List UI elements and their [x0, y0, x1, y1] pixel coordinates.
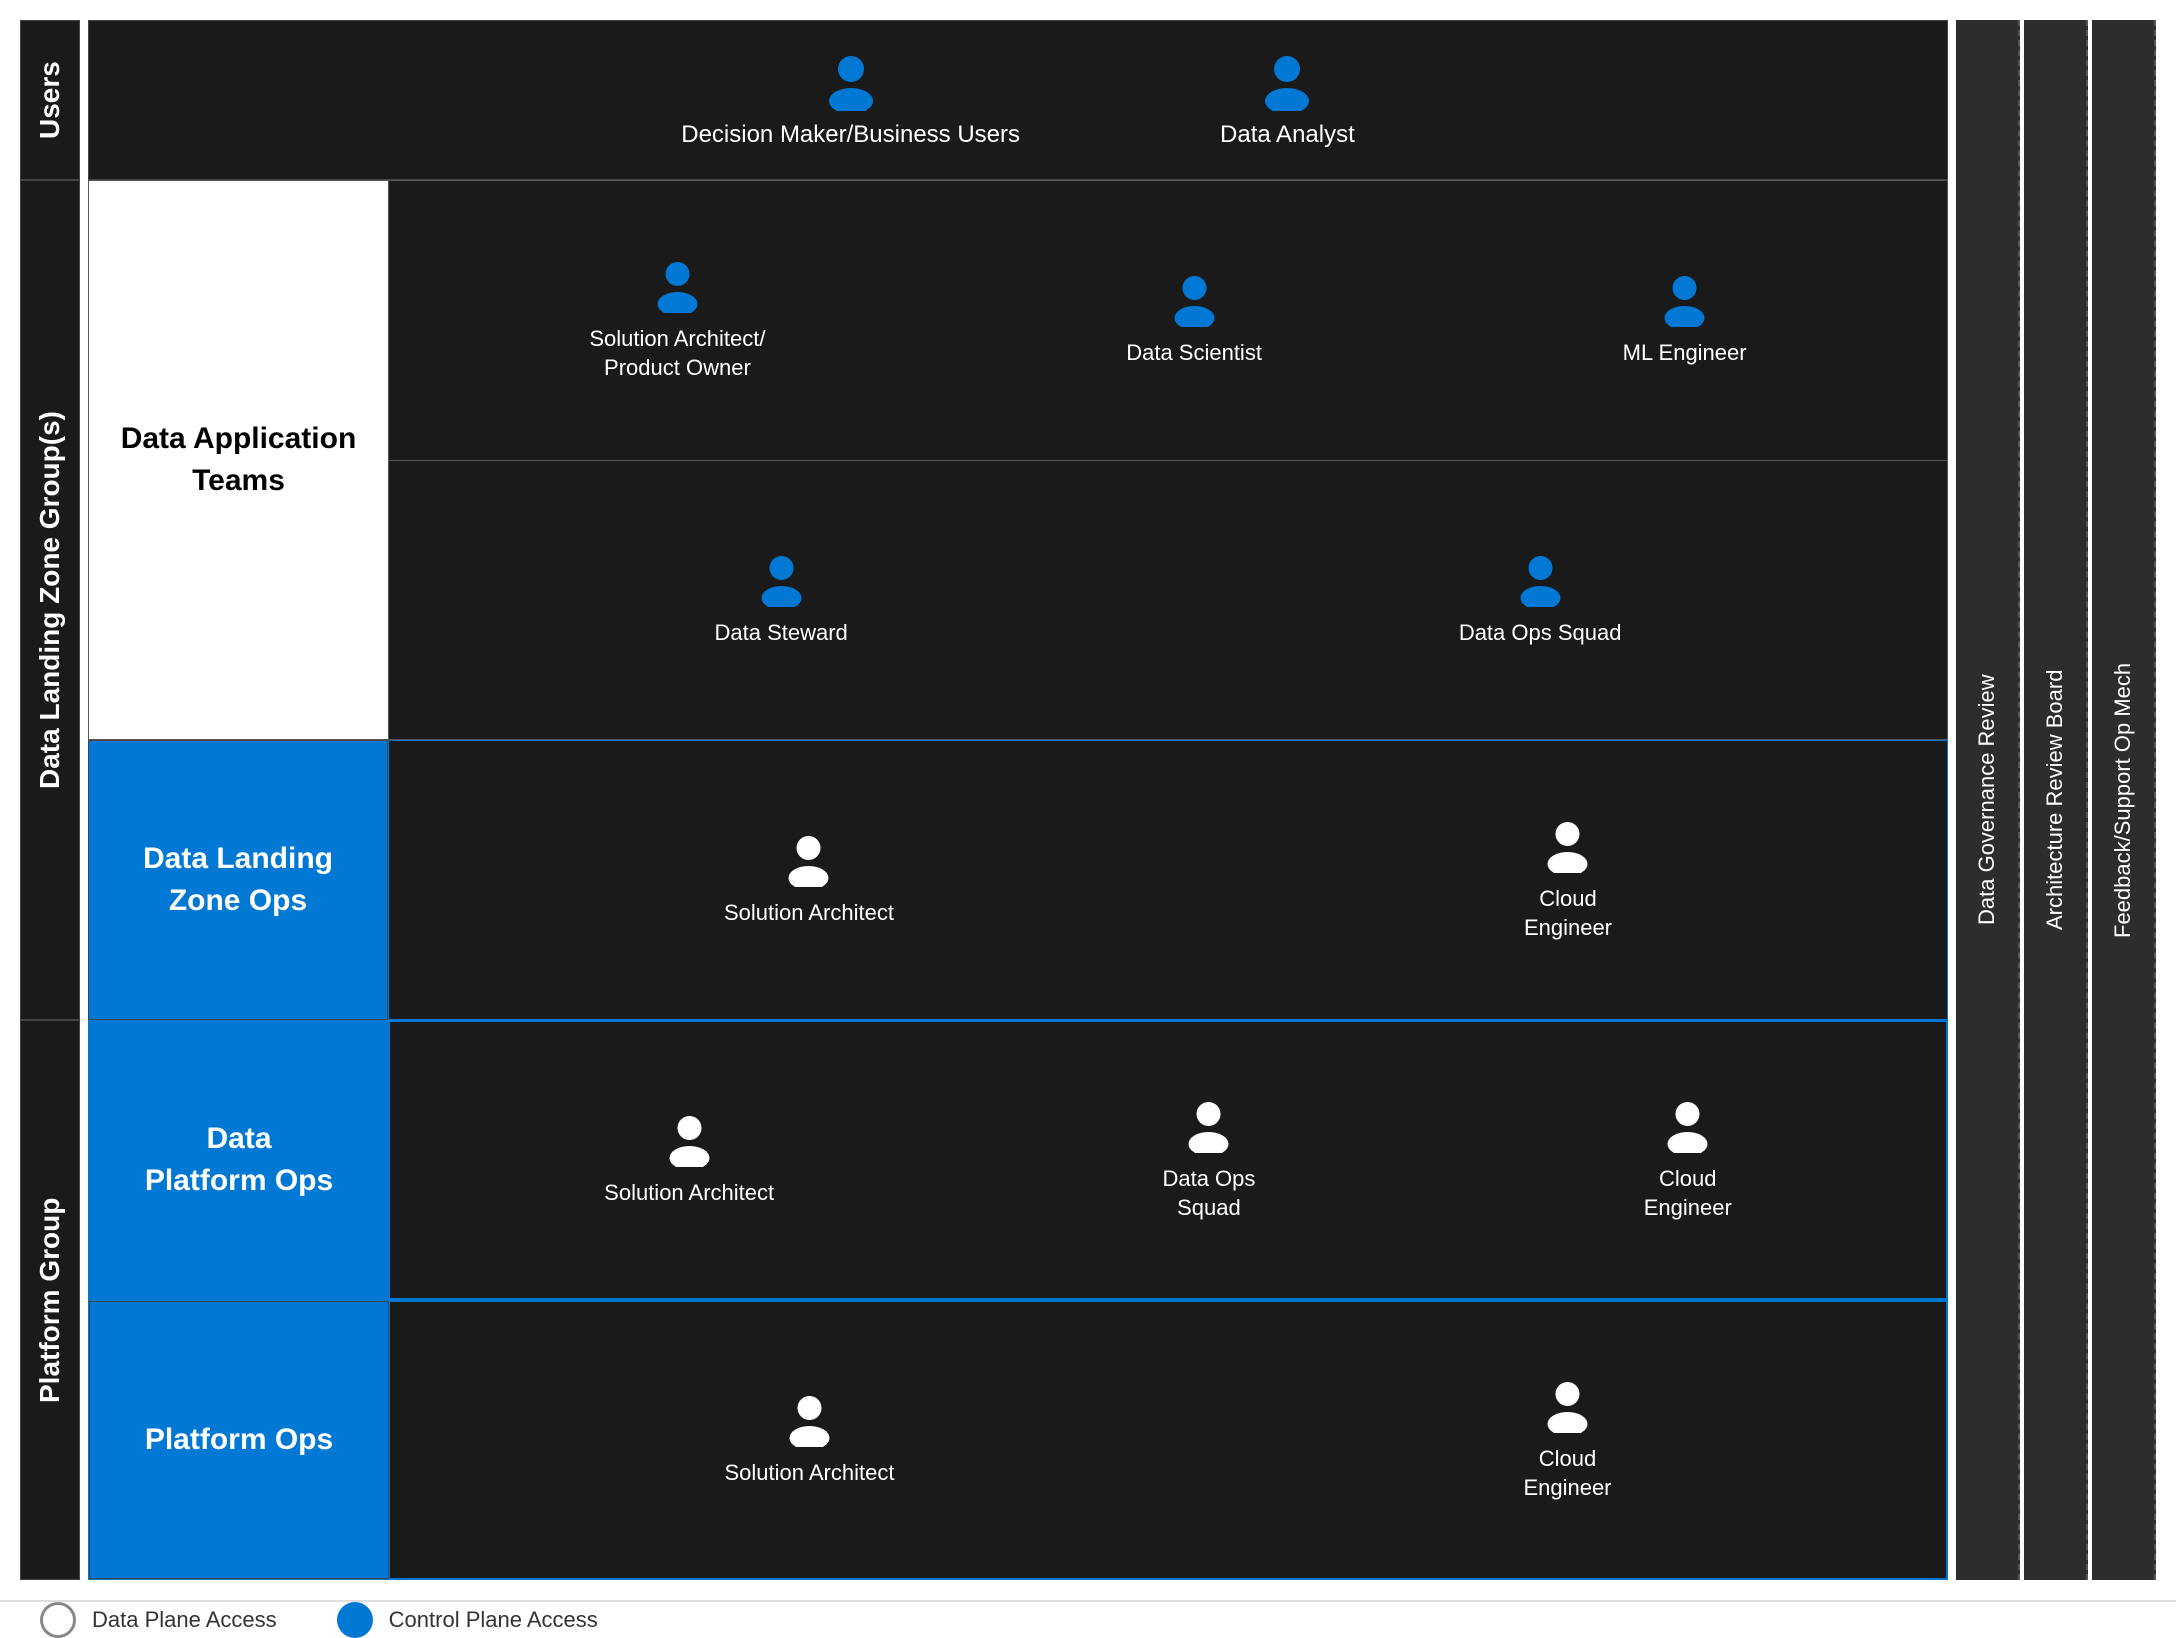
- person-label-cloud-engineer-po: Cloud Engineer: [1523, 1445, 1611, 1502]
- legend-circle-empty: [40, 1602, 76, 1638]
- person-icon-ml-engineer: [1657, 272, 1712, 327]
- person-label-cloud-engineer-dpo: Cloud Engineer: [1644, 1165, 1732, 1222]
- person-icon-solution-architect-dpo: [662, 1112, 717, 1167]
- right-label-data-governance: Data Governance Review: [1956, 20, 2020, 1580]
- person-data-ops-squad-dat: Data Ops Squad: [1459, 552, 1622, 648]
- legend-circle-filled: [337, 1602, 373, 1638]
- dlz-ops-row: Data Landing Zone Ops Solution Architect: [88, 740, 1948, 1020]
- person-solution-architect-dlz: Solution Architect: [724, 832, 894, 928]
- person-icon-cloud-engineer-dpo: [1660, 1098, 1715, 1153]
- dlzg-section: Data Application Teams Solution Architec…: [88, 180, 1948, 1580]
- dlzg-vert-label: Data Landing Zone Group(s): [20, 180, 80, 1020]
- user-item-decision-maker: Decision Maker/Business Users: [681, 51, 1020, 149]
- dat-section: Data Application Teams Solution Architec…: [88, 180, 1948, 740]
- person-data-steward: Data Steward: [715, 552, 848, 648]
- legend-item-data-plane: Data Plane Access: [40, 1602, 277, 1638]
- person-icon-solution-architect-dlz: [781, 832, 836, 887]
- center-content: Decision Maker/Business Users Data Analy…: [88, 20, 1948, 1580]
- platform-ops-row: Platform Ops Solution Architect: [88, 1300, 1948, 1580]
- person-cloud-engineer-dpo: Cloud Engineer: [1644, 1098, 1732, 1222]
- person-label-data-ops-squad-dpo: Data Ops Squad: [1162, 1165, 1255, 1222]
- person-label-data-steward: Data Steward: [715, 619, 848, 648]
- person-ml-engineer: ML Engineer: [1623, 272, 1747, 368]
- main-container: Users Data Landing Zone Group(s) Platfor…: [0, 0, 2176, 1600]
- person-label-data-ops-squad-dat: Data Ops Squad: [1459, 619, 1622, 648]
- right-labels: Data Governance Review Architecture Revi…: [1956, 20, 2156, 1580]
- left-labels: Users Data Landing Zone Group(s) Platfor…: [20, 20, 80, 1580]
- users-row: Decision Maker/Business Users Data Analy…: [88, 20, 1948, 180]
- platform-section: Data Platform Ops Solution Architect: [88, 1020, 1948, 1580]
- person-label-solution-architect-po: Solution Architect: [724, 1459, 894, 1488]
- user-icon-data-analyst: [1257, 51, 1317, 111]
- person-solution-architect-dpo: Solution Architect: [604, 1112, 774, 1208]
- person-data-ops-squad-dpo: Data Ops Squad: [1162, 1098, 1255, 1222]
- legend: Data Plane Access Control Plane Access: [0, 1600, 2176, 1638]
- person-icon-solution-architect-po: [782, 1392, 837, 1447]
- person-label-data-scientist: Data Scientist: [1126, 339, 1262, 368]
- person-icon-data-steward: [754, 552, 809, 607]
- right-label-architecture-review: Architecture Review Board: [2024, 20, 2088, 1580]
- platform-ops-label: Platform Ops: [89, 1301, 389, 1579]
- legend-item-control-plane: Control Plane Access: [337, 1602, 598, 1638]
- right-label-feedback-support: Feedback/Support Op Mech: [2092, 20, 2156, 1580]
- platform-vert-label: Platform Group: [20, 1020, 80, 1580]
- user-icon-decision-maker: [821, 51, 881, 111]
- users-vert-label: Users: [20, 20, 80, 180]
- person-label-cloud-engineer-dlz: Cloud Engineer: [1524, 885, 1612, 942]
- person-solution-architect-po: Solution Architect: [724, 1392, 894, 1488]
- user-item-data-analyst: Data Analyst: [1220, 51, 1355, 149]
- person-label-solution-architect-dlz: Solution Architect: [724, 899, 894, 928]
- dat-right: Solution Architect/ Product Owner Data S…: [389, 181, 1947, 739]
- dat-label: Data Application Teams: [89, 181, 389, 739]
- person-label-solution-architect-dpo: Solution Architect: [604, 1179, 774, 1208]
- person-solution-architect: Solution Architect/ Product Owner: [589, 258, 765, 382]
- user-label-data-analyst: Data Analyst: [1220, 121, 1355, 149]
- dlz-ops-label: Data Landing Zone Ops: [88, 740, 388, 1020]
- person-cloud-engineer-dlz: Cloud Engineer: [1524, 818, 1612, 942]
- person-label-solution-architect: Solution Architect/ Product Owner: [589, 325, 765, 382]
- dat-sub-row-2: Data Steward Data Ops Squad: [389, 461, 1947, 740]
- user-label-decision-maker: Decision Maker/Business Users: [681, 121, 1020, 149]
- legend-label-control-plane: Control Plane Access: [389, 1607, 598, 1633]
- dat-sub-row-1: Solution Architect/ Product Owner Data S…: [389, 181, 1947, 461]
- data-platform-ops-content: Solution Architect Data Ops Squad: [389, 1021, 1947, 1299]
- person-data-scientist: Data Scientist: [1126, 272, 1262, 368]
- person-icon-data-ops-squad-dpo: [1181, 1098, 1236, 1153]
- person-icon-solution-architect: [650, 258, 705, 313]
- dlz-ops-content: Solution Architect Cloud Engineer: [388, 740, 1948, 1020]
- data-platform-ops-label: Data Platform Ops: [89, 1021, 389, 1299]
- person-label-ml-engineer: ML Engineer: [1623, 339, 1747, 368]
- legend-label-data-plane: Data Plane Access: [92, 1607, 277, 1633]
- platform-ops-content: Solution Architect Cloud Engineer: [389, 1301, 1947, 1579]
- person-icon-cloud-engineer-dlz: [1540, 818, 1595, 873]
- person-icon-data-ops-squad-dat: [1513, 552, 1568, 607]
- person-icon-cloud-engineer-po: [1540, 1378, 1595, 1433]
- person-icon-data-scientist: [1167, 272, 1222, 327]
- data-platform-ops-row: Data Platform Ops Solution Architect: [88, 1020, 1948, 1300]
- person-cloud-engineer-po: Cloud Engineer: [1523, 1378, 1611, 1502]
